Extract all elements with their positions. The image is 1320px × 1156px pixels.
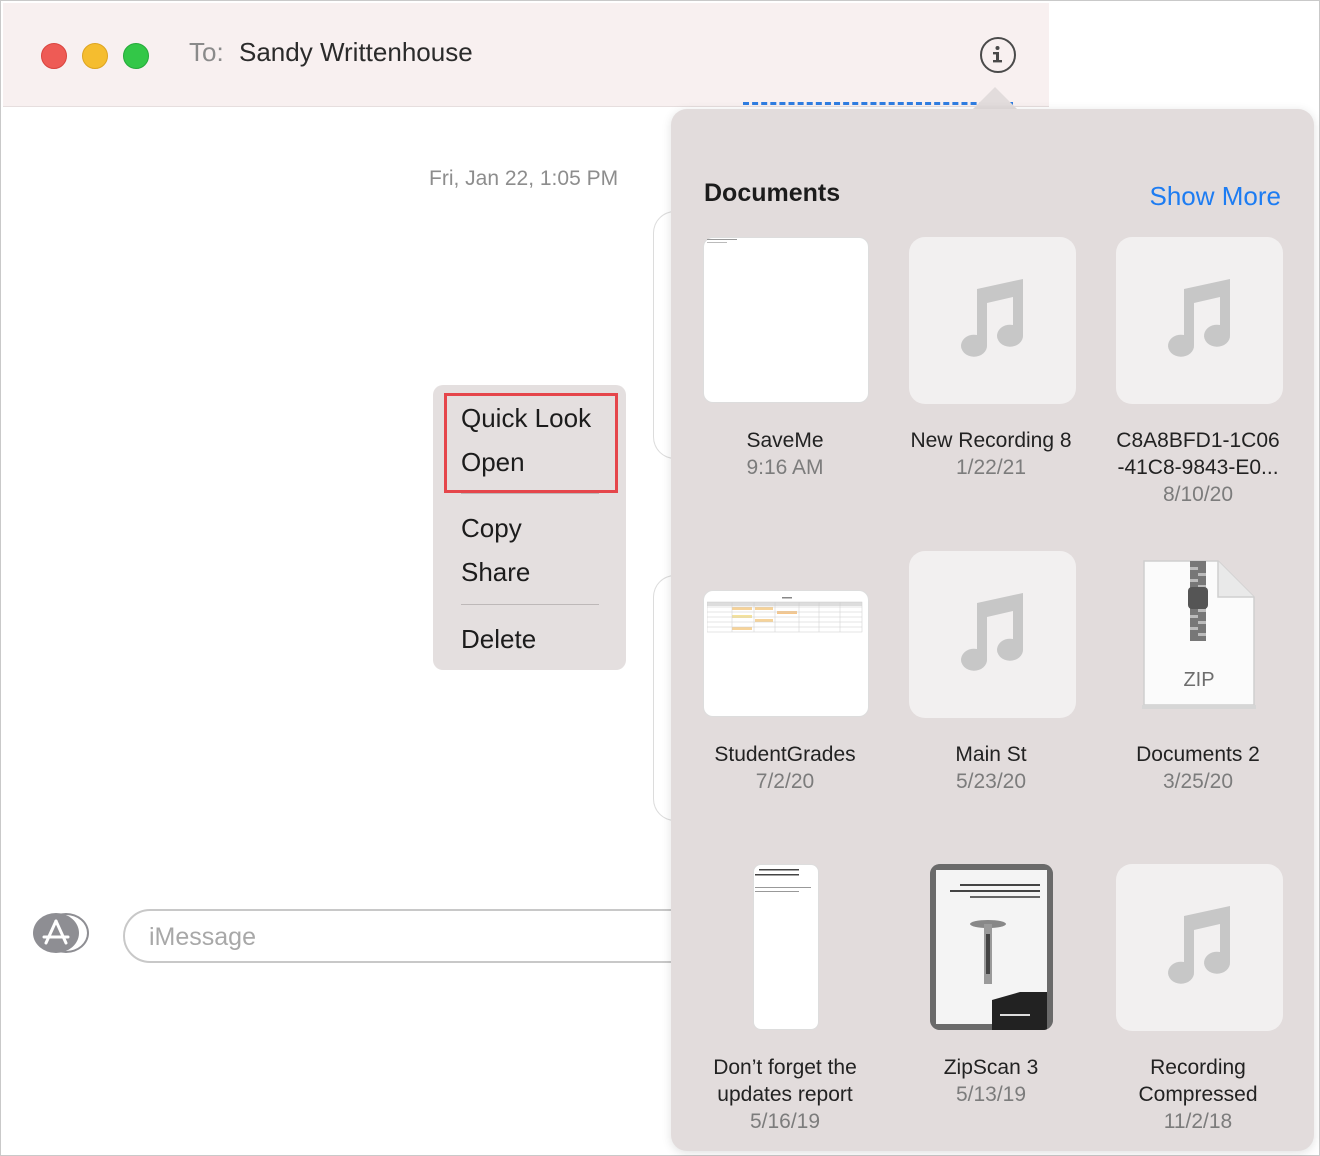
info-icon [993, 46, 1002, 63]
document-item[interactable]: SaveMe 9:16 AM [685, 237, 885, 517]
document-name-line2: -41C8-9843-E0... [1117, 456, 1279, 479]
music-note-icon [1116, 864, 1283, 1031]
document-date: 1/22/21 [955, 456, 1027, 479]
message-compose-field[interactable] [123, 909, 703, 963]
zoom-button[interactable] [123, 43, 149, 69]
scan-thumbnail [930, 864, 1053, 1030]
document-name: Documents 2 [1136, 743, 1260, 766]
document-item[interactable]: StudentGrades 7/2/20 [685, 551, 885, 831]
document-item[interactable]: C8A8BFD1-1C06 -41C8-9843-E0... 8/10/20 [1098, 237, 1298, 517]
music-note-icon [1116, 237, 1283, 404]
document-item[interactable]: ZipScan 3 5/13/19 [891, 864, 1091, 1144]
document-date: 3/25/20 [1162, 770, 1234, 793]
recipient-name[interactable]: Sandy Writtenhouse [239, 37, 473, 68]
document-date: 5/13/19 [955, 1083, 1027, 1106]
message-timestamp: Fri, Jan 22, 1:05 PM [429, 167, 619, 190]
documents-heading: Documents [704, 179, 841, 207]
document-item[interactable]: New Recording 8 1/22/21 [891, 237, 1091, 517]
menu-item-copy[interactable]: Copy [461, 513, 522, 544]
document-name: New Recording 8 [910, 429, 1072, 452]
document-item[interactable]: Main St 5/23/20 [891, 551, 1091, 831]
document-thumbnail [753, 864, 819, 1030]
document-name: C8A8BFD1-1C06 [1116, 429, 1280, 452]
document-name-line2: updates report [717, 1083, 853, 1106]
highlight-annotation [444, 393, 618, 493]
documents-popover: Documents Show More SaveMe 9:16 AM New R… [671, 109, 1314, 1151]
show-more-link[interactable]: Show More [1150, 181, 1282, 212]
popover-arrow [971, 87, 1019, 111]
spreadsheet-thumbnail [703, 590, 869, 717]
document-name: ZipScan 3 [943, 1056, 1039, 1079]
document-name: SaveMe [746, 429, 824, 452]
app-store-icon [33, 913, 79, 953]
document-date: 5/16/19 [749, 1110, 821, 1133]
app-store-button[interactable] [33, 913, 89, 953]
menu-item-share[interactable]: Share [461, 557, 530, 588]
minimize-button[interactable] [82, 43, 108, 69]
menu-separator [461, 493, 599, 494]
document-thumbnail [703, 237, 869, 403]
document-item[interactable]: ZIP Documents 2 3/25/20 [1098, 551, 1298, 831]
document-name: Main St [955, 743, 1027, 766]
to-label: To: [189, 37, 224, 67]
messages-window: To: Sandy Writtenhouse Fri, Jan 22, 1:05… [0, 0, 1320, 1156]
title-bar: To: Sandy Writtenhouse [3, 3, 1049, 107]
document-name: Don’t forget the [713, 1056, 857, 1079]
menu-separator [461, 604, 599, 605]
info-button[interactable] [980, 37, 1016, 73]
music-note-icon [909, 551, 1076, 718]
document-date: 11/2/18 [1163, 1110, 1233, 1133]
document-name: StudentGrades [714, 743, 856, 766]
document-item[interactable]: Recording Compressed 11/2/18 [1098, 864, 1298, 1144]
zip-label: ZIP [1183, 669, 1215, 691]
close-button[interactable] [41, 43, 67, 69]
document-name-line2: Compressed [1138, 1083, 1258, 1106]
document-date: 9:16 AM [746, 456, 824, 479]
document-date: 7/2/20 [755, 770, 815, 793]
document-date: 5/23/20 [955, 770, 1027, 793]
imessage-input[interactable] [149, 921, 669, 953]
zip-archive-icon: ZIP [1142, 559, 1256, 709]
document-item[interactable]: Don’t forget the updates report 5/16/19 [685, 864, 885, 1144]
menu-item-delete[interactable]: Delete [461, 624, 536, 655]
music-note-icon [909, 237, 1076, 404]
document-date: 8/10/20 [1162, 483, 1234, 506]
document-name: Recording [1150, 1056, 1246, 1079]
